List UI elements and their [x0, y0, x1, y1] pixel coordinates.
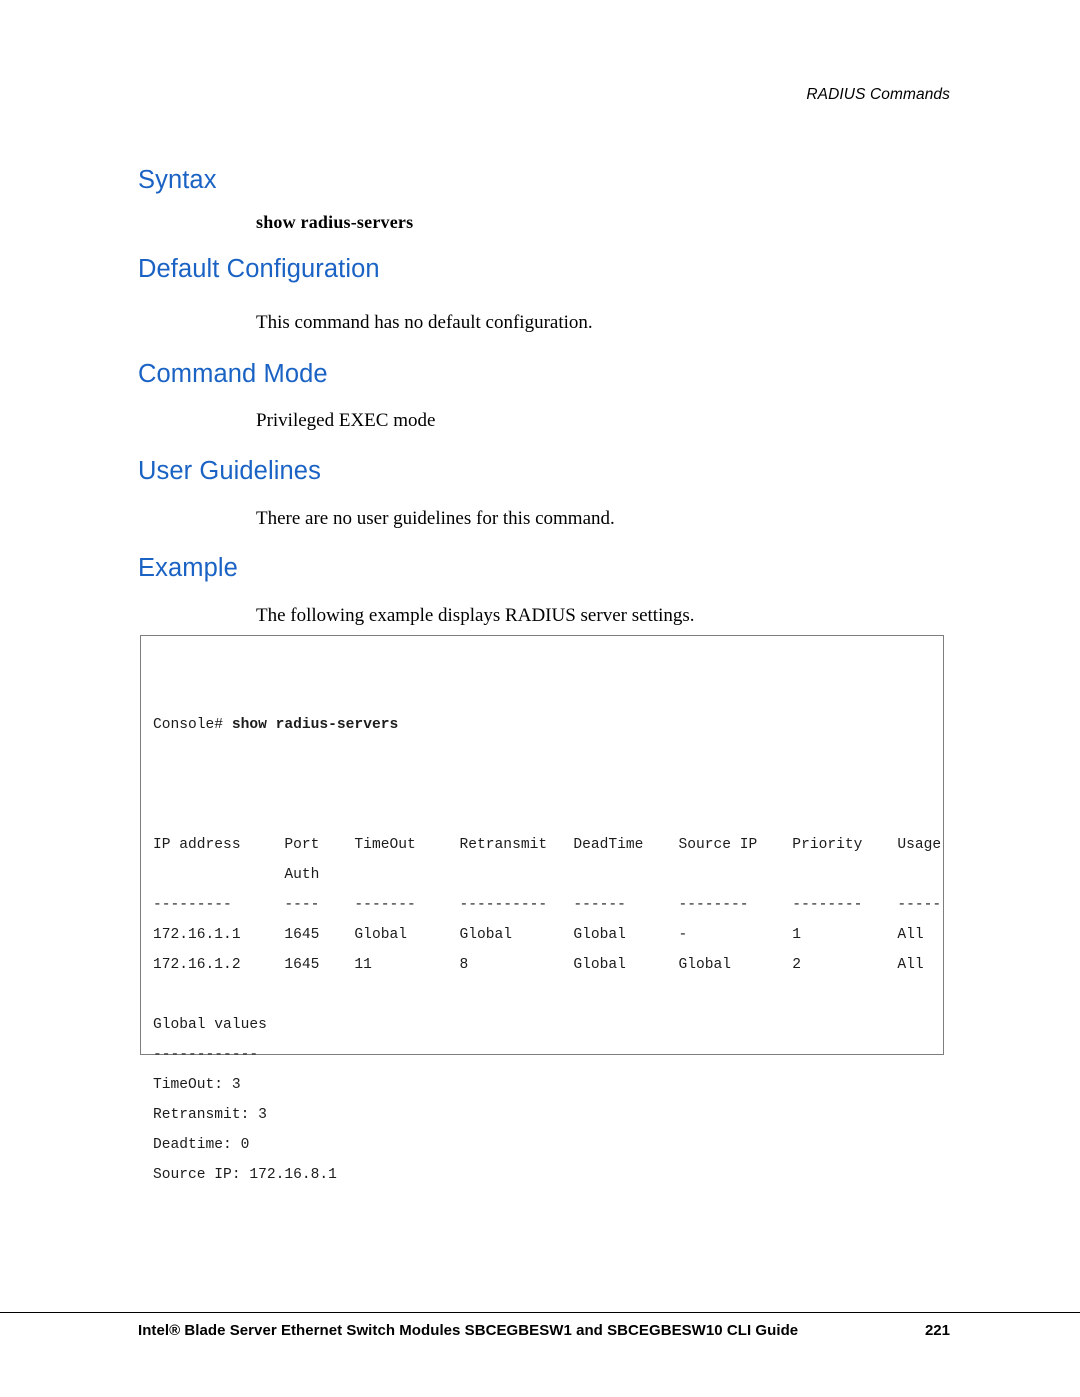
console-line: Source IP: 172.16.8.1	[153, 1167, 337, 1183]
console-line: Global values	[153, 1017, 267, 1033]
heading-user-guidelines: User Guidelines	[138, 457, 321, 485]
console-output-box: Console# show radius-servers IP address …	[140, 635, 944, 1183]
console-line: Auth	[153, 867, 320, 883]
console-command-line: Console# show radius-servers	[153, 710, 937, 740]
console-output-text: Console# show radius-servers IP address …	[153, 650, 942, 1250]
heading-example: Example	[138, 554, 238, 582]
console-line: --------- ---- ------- ---------- ------…	[153, 897, 942, 913]
console-line: IP address Port TimeOut Retransmit DeadT…	[153, 837, 942, 853]
default-configuration-body: This command has no default configuratio…	[256, 312, 593, 333]
footer-title: Intel® Blade Server Ethernet Switch Modu…	[138, 1322, 799, 1339]
console-body-lines: IP address Port TimeOut Retransmit DeadT…	[153, 800, 942, 1190]
console-line: 172.16.1.1 1645 Global Global Global - 1…	[153, 927, 924, 943]
document-page: RADIUS Commands Syntax show radius-serve…	[0, 0, 1080, 1397]
heading-default-configuration: Default Configuration	[138, 255, 380, 283]
command-mode-body: Privileged EXEC mode	[256, 410, 436, 431]
console-line: Deadtime: 0	[153, 1137, 250, 1153]
footer-page-number: 221	[924, 1322, 950, 1339]
heading-command-mode: Command Mode	[138, 360, 328, 388]
user-guidelines-body: There are no user guidelines for this co…	[256, 508, 615, 529]
example-body: The following example displays RADIUS se…	[256, 605, 695, 626]
console-line: 172.16.1.2 1645 11 8 Global Global 2 All	[153, 957, 924, 973]
console-line: ------------	[153, 1047, 259, 1063]
heading-syntax: Syntax	[138, 166, 217, 194]
running-head: RADIUS Commands	[806, 86, 950, 103]
console-line: Retransmit: 3	[153, 1107, 267, 1123]
syntax-command: show radius-servers	[256, 212, 414, 232]
console-command: show radius-servers	[231, 717, 399, 733]
footer-divider	[0, 1312, 1080, 1313]
console-line: TimeOut: 3	[153, 1077, 241, 1093]
console-prompt: Console#	[153, 717, 232, 733]
